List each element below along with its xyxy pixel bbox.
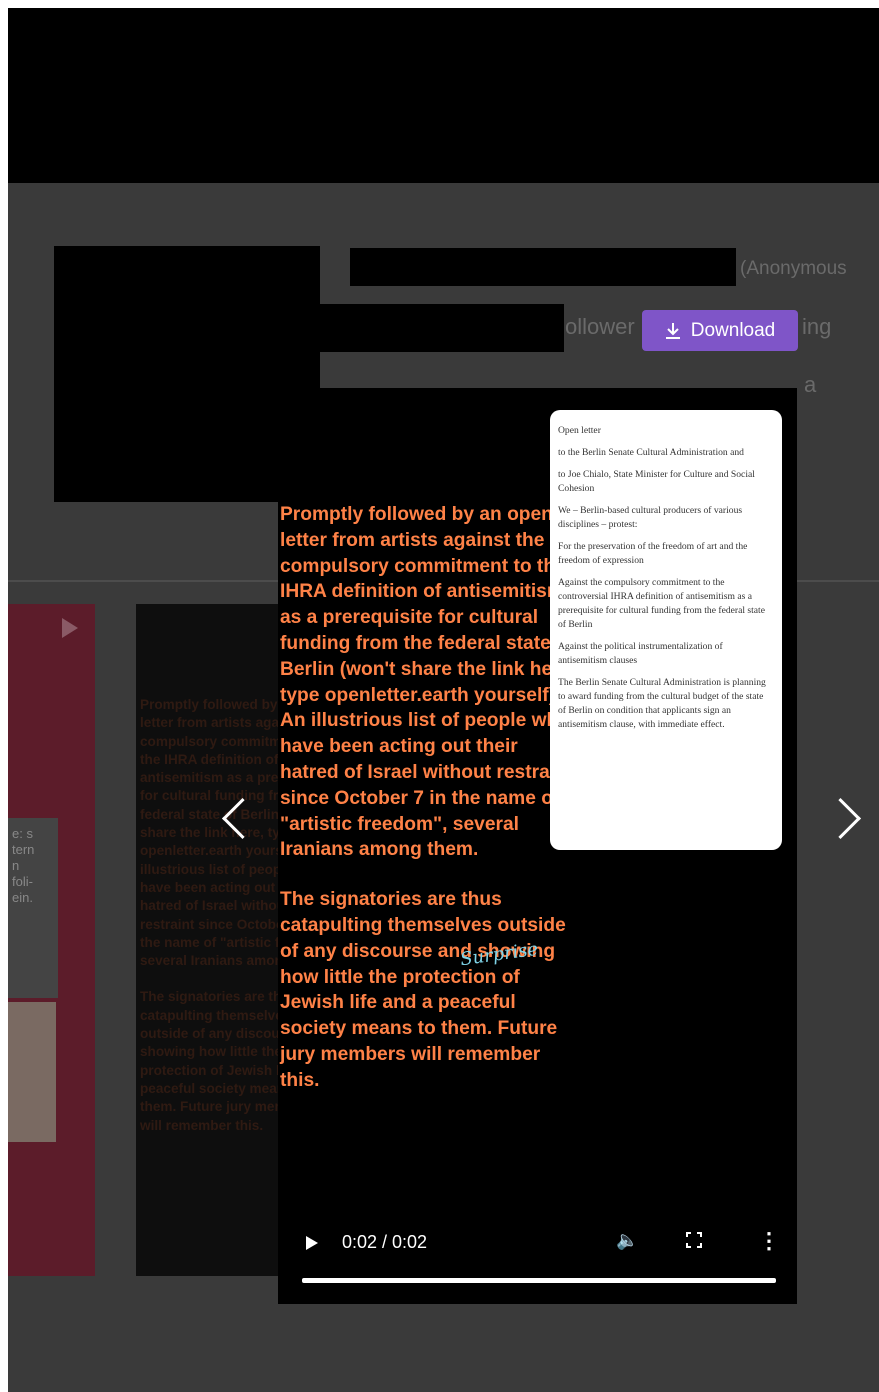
- redacted-stats: [320, 304, 564, 352]
- video-caption: Promptly followed by an open letter from…: [280, 502, 580, 1118]
- thumbnail-photo: [8, 1002, 56, 1142]
- followers-fragment: ollower: [565, 314, 635, 339]
- progress-bar[interactable]: [302, 1278, 776, 1283]
- letter-line: to Joe Chialo, State Minister for Cultur…: [558, 469, 755, 494]
- video-controls: 0:02 / 0:02 🔈 ⋮: [298, 1228, 780, 1258]
- thumbnail-text: e: s tern n foli- ein.: [8, 818, 58, 998]
- play-icon[interactable]: [306, 1236, 318, 1250]
- following-fragment: ing: [802, 314, 832, 339]
- more-options-icon[interactable]: ⋮: [758, 1228, 780, 1254]
- anonymous-label: (Anonymous: [740, 258, 847, 279]
- time-display: 0:02 / 0:02: [342, 1232, 428, 1252]
- letter-line: Open letter: [558, 425, 601, 436]
- letter-line: We – Berlin-based cultural producers of …: [558, 505, 743, 530]
- redacted-username: [350, 248, 736, 286]
- caption-paragraph-2: The signatories are thus catapulting the…: [280, 889, 566, 1091]
- page: (Anonymous ollower ing a Download e: s t…: [8, 8, 879, 1392]
- letter-line: Against the compulsory commitment to the…: [558, 577, 765, 630]
- open-letter-card: Open letter to the Berlin Senate Cultura…: [550, 410, 782, 850]
- thumbnail-play-icon: [62, 618, 78, 638]
- letter-line: Against the political instrumentalizatio…: [558, 641, 723, 666]
- trailing-fragment: a: [804, 372, 817, 397]
- letter-line: For the preservation of the freedom of a…: [558, 541, 748, 566]
- carousel-thumbnail-previous[interactable]: e: s tern n foli- ein.: [8, 604, 95, 1276]
- next-arrow-icon[interactable]: [819, 797, 862, 840]
- volume-icon[interactable]: 🔈: [616, 1230, 638, 1251]
- letter-line: The Berlin Senate Cultural Administratio…: [558, 677, 766, 730]
- download-icon: [665, 322, 680, 339]
- carousel-thumbnail-current: Promptly followed by an open letter from…: [136, 604, 278, 1276]
- progress-fill: [302, 1278, 776, 1283]
- letter-line: to the Berlin Senate Cultural Administra…: [558, 447, 744, 458]
- redacted-top-bar: [8, 8, 879, 183]
- download-label: Download: [690, 319, 776, 341]
- download-button[interactable]: Download: [642, 310, 798, 351]
- video-player[interactable]: Promptly followed by an open letter from…: [278, 388, 797, 1304]
- fullscreen-icon[interactable]: [686, 1232, 702, 1248]
- ghost-caption: Promptly followed by an open letter from…: [140, 697, 278, 1133]
- caption-paragraph-1: Promptly followed by an open letter from…: [280, 504, 576, 861]
